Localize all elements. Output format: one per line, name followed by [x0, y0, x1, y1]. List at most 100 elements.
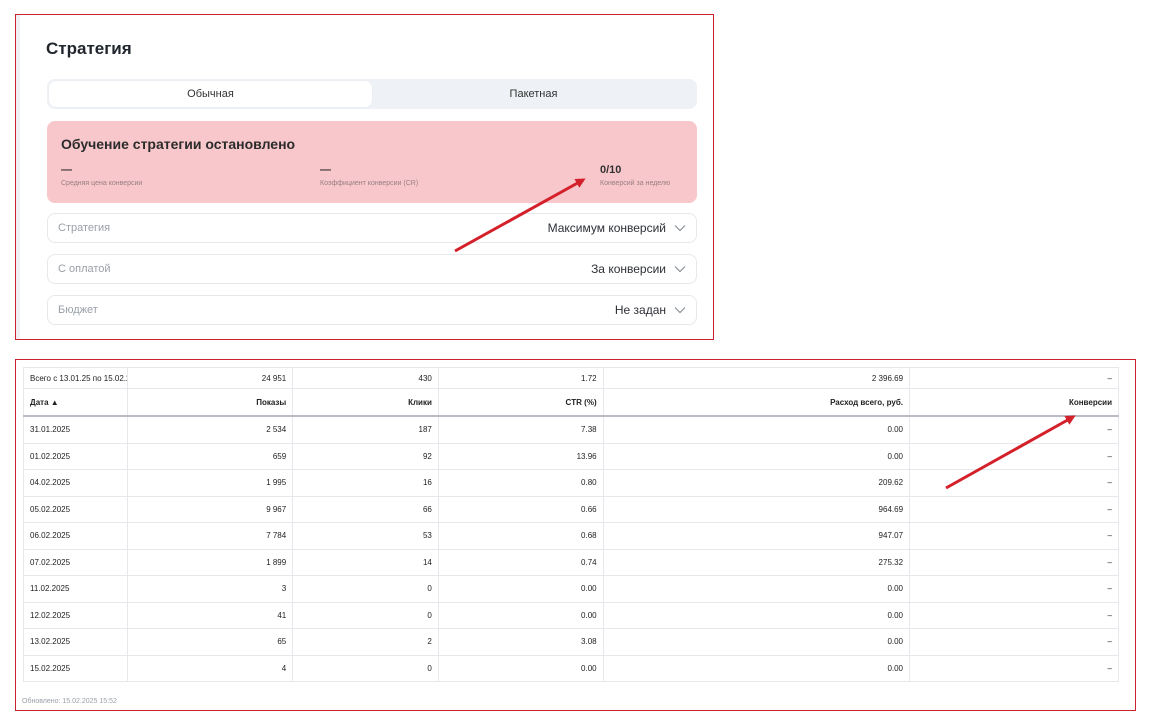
column-header-ctr[interactable]: CTR (%): [437, 388, 604, 417]
cell-conversions: –: [909, 601, 1119, 629]
column-header-date[interactable]: Дата ▲: [22, 388, 129, 417]
cell-spend: 0.00: [602, 601, 911, 629]
total-ctr: 1.72: [437, 367, 604, 389]
table-row: 06.02.2025 7 784 53 0.68 947.07–: [22, 522, 1119, 550]
cell-ctr: 0.80: [437, 469, 604, 497]
tab-package[interactable]: Пакетная: [372, 81, 695, 107]
strategy-learning-alert: Обучение стратегии остановлено — Средняя…: [47, 121, 697, 203]
cell-date: 13.02.2025: [22, 628, 129, 656]
stats-panel: Всего с 13.01.25 по 15.02.25 24 951 430 …: [15, 359, 1136, 711]
cell-clicks: 0: [292, 575, 439, 603]
cell-impressions: 1 995: [127, 469, 294, 497]
cell-spend: 0.00: [602, 575, 911, 603]
cell-conversions: –: [909, 469, 1119, 497]
cell-impressions: 2 534: [127, 415, 294, 444]
budget-select[interactable]: Бюджет Не задан: [47, 295, 697, 325]
total-impressions: 24 951: [127, 367, 294, 389]
chevron-down-icon: [674, 266, 686, 273]
cell-ctr: 0.00: [437, 654, 604, 682]
metric-label: Коэффициент конверсии (CR): [320, 180, 419, 187]
cell-impressions: 65: [127, 628, 294, 656]
cell-spend: 275.32: [602, 548, 911, 576]
cell-impressions: 41: [127, 601, 294, 629]
table-row: 01.02.2025 659 92 13.96 0.00–: [22, 442, 1119, 470]
cell-conversions: –: [909, 548, 1119, 576]
cell-impressions: 9 967: [127, 495, 294, 523]
cell-impressions: 4: [127, 654, 294, 682]
cell-ctr: 0.66: [437, 495, 604, 523]
cell-clicks: 16: [292, 469, 439, 497]
stats-table: Всего с 13.01.25 по 15.02.25 24 951 430 …: [22, 367, 1119, 682]
cell-conversions: –: [909, 575, 1119, 603]
cell-impressions: 1 899: [127, 548, 294, 576]
cell-date: 11.02.2025: [22, 575, 129, 603]
cell-ctr: 13.96: [437, 442, 604, 470]
table-row: 15.02.2025 4 0 0.00 0.00–: [22, 654, 1119, 682]
cell-date: 05.02.2025: [22, 495, 129, 523]
total-period: Всего с 13.01.25 по 15.02.25: [22, 367, 129, 389]
column-header-clicks[interactable]: Клики: [292, 388, 439, 417]
cell-ctr: 7.38: [437, 415, 604, 444]
payment-type-select[interactable]: С оплатой За конверсии: [47, 254, 697, 284]
metric-weekly-conversions: 0/10 Конверсий за неделю: [600, 163, 670, 187]
field-label: Стратегия: [58, 222, 111, 234]
cell-conversions: –: [909, 654, 1119, 682]
cell-spend: 0.00: [602, 654, 911, 682]
metric-value: 0/10: [600, 164, 622, 176]
field-label: С оплатой: [58, 263, 111, 275]
metric-label: Средняя цена конверсии: [61, 180, 143, 187]
tab-regular[interactable]: Обычная: [49, 81, 372, 107]
column-header-conversions[interactable]: Конверсии: [909, 388, 1119, 417]
cell-conversions: –: [909, 522, 1119, 550]
cell-date: 04.02.2025: [22, 469, 129, 497]
strategy-type-switch: Обычная Пакетная: [47, 79, 697, 109]
table-row: 11.02.2025 3 0 0.00 0.00–: [22, 575, 1119, 603]
chevron-down-icon: [674, 307, 686, 314]
cell-clicks: 0: [292, 654, 439, 682]
field-label: Бюджет: [58, 304, 98, 316]
cell-conversions: –: [909, 415, 1119, 444]
cell-spend: 0.00: [602, 628, 911, 656]
metric-value: —: [320, 164, 331, 176]
cell-ctr: 0.00: [437, 601, 604, 629]
cell-clicks: 92: [292, 442, 439, 470]
cell-conversions: –: [909, 495, 1119, 523]
table-row: 04.02.2025 1 995 16 0.80 209.62–: [22, 469, 1119, 497]
table-row: 05.02.2025 9 967 66 0.66 964.69–: [22, 495, 1119, 523]
strategy-title: Стратегия: [46, 39, 132, 58]
updated-timestamp: Обновлено: 15.02.2025 15:52: [22, 698, 117, 705]
cell-ctr: 3.08: [437, 628, 604, 656]
cell-impressions: 7 784: [127, 522, 294, 550]
strategy-select[interactable]: Стратегия Максимум конверсий: [47, 213, 697, 243]
cell-clicks: 187: [292, 415, 439, 444]
cell-spend: 0.00: [602, 442, 911, 470]
table-row: 07.02.2025 1 899 14 0.74 275.32–: [22, 548, 1119, 576]
field-value: Не задан: [614, 303, 666, 317]
table-row: 12.02.2025 41 0 0.00 0.00–: [22, 601, 1119, 629]
cell-clicks: 66: [292, 495, 439, 523]
column-header-impressions[interactable]: Показы: [127, 388, 294, 417]
cell-date: 15.02.2025: [22, 654, 129, 682]
cell-clicks: 14: [292, 548, 439, 576]
column-header-spend[interactable]: Расход всего, руб.: [602, 388, 911, 417]
cell-date: 12.02.2025: [22, 601, 129, 629]
cell-impressions: 3: [127, 575, 294, 603]
cell-date: 01.02.2025: [22, 442, 129, 470]
cell-spend: 964.69: [602, 495, 911, 523]
field-value: За конверсии: [591, 262, 666, 276]
metric-conversion-rate: — Коэффициент конверсии (CR): [320, 163, 418, 187]
metric-avg-conversion-price: — Средняя цена конверсии: [61, 163, 142, 187]
total-conversions: –: [909, 367, 1119, 389]
chevron-down-icon: [674, 225, 686, 232]
table-body: 31.01.2025 2 534 187 7.38 0.00–01.02.2025 659…: [22, 415, 1119, 682]
cell-spend: 209.62: [602, 469, 911, 497]
alert-title: Обучение стратегии остановлено: [61, 136, 296, 152]
table-row: 13.02.2025 65 2 3.08 0.00–: [22, 628, 1119, 656]
cell-spend: 0.00: [602, 415, 911, 444]
metric-value: —: [61, 164, 72, 176]
cell-clicks: 53: [292, 522, 439, 550]
cell-clicks: 2: [292, 628, 439, 656]
cell-impressions: 659: [127, 442, 294, 470]
total-clicks: 430: [292, 367, 439, 389]
cell-ctr: 0.00: [437, 575, 604, 603]
